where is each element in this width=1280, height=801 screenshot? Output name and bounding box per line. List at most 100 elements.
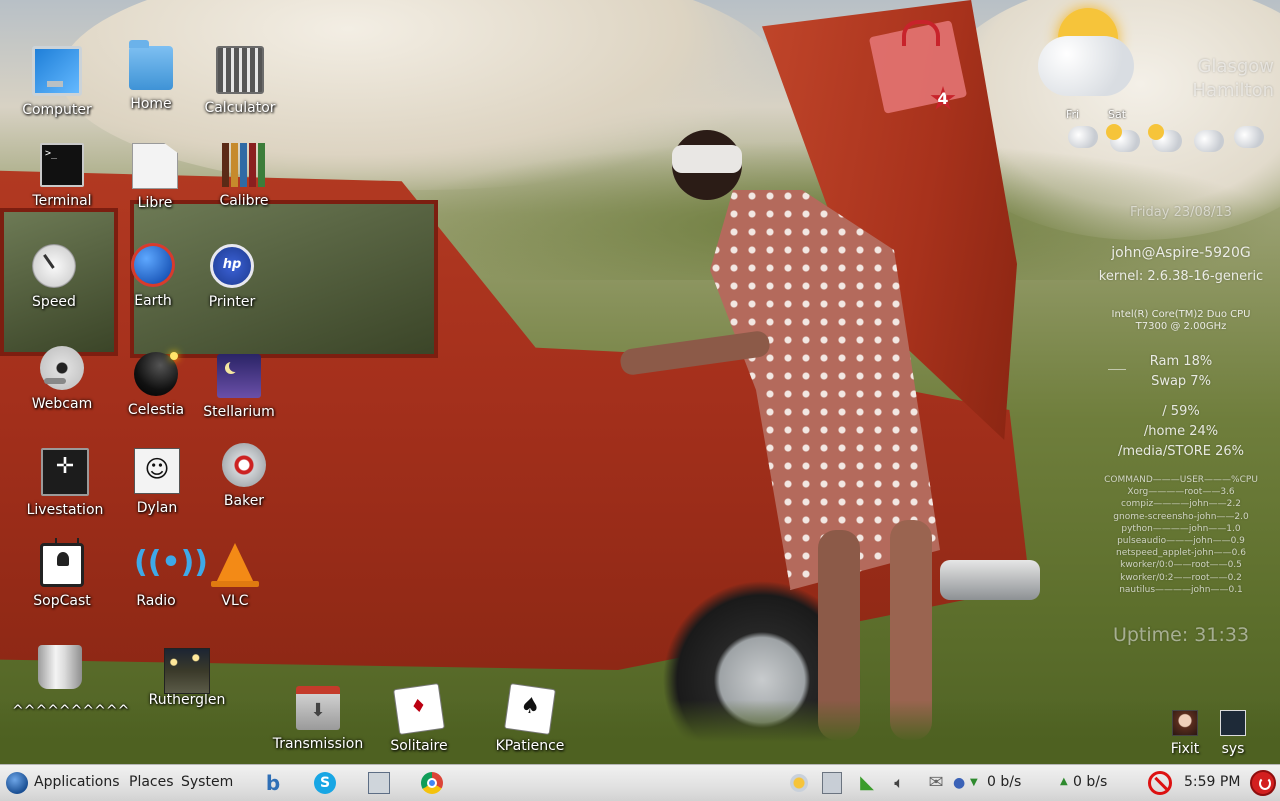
chrome-icon[interactable] <box>421 772 443 794</box>
panel-clock[interactable]: 5:59 PM <box>1184 774 1240 790</box>
process-row: gnome-screensho-john——2.0 <box>1113 511 1249 522</box>
desktop-icon-home[interactable]: Home <box>103 40 199 112</box>
process-row: netspeed_applet-john——0.6 <box>1116 548 1246 559</box>
tv-icon <box>40 543 84 587</box>
calendar-icon <box>902 20 940 46</box>
wallpaper-woman <box>618 130 970 750</box>
desktop-icon-label: Celestia <box>127 402 185 418</box>
conky-fs-home: /home 24% <box>1143 424 1219 439</box>
calendar-widget[interactable]: 4 <box>868 18 968 114</box>
desktop-icon-label: ^^^^^^^^^^ <box>12 703 130 719</box>
power-icon[interactable] <box>1250 770 1276 796</box>
conky-swap: Swap 7% <box>1151 374 1211 389</box>
document-icon <box>132 143 178 189</box>
process-row: Xorg————root——3.6 <box>1127 487 1235 498</box>
desktop-icon-label: Transmission <box>272 736 364 752</box>
menu-system[interactable]: System <box>181 774 233 790</box>
process-row: kworker/0:2——root——0.2 <box>1120 572 1242 583</box>
download-arrow-icon: ▼ <box>970 777 978 788</box>
desktop-icon-label: Calibre <box>219 193 269 209</box>
no-entry-icon[interactable] <box>1148 771 1172 795</box>
webcam-icon <box>40 346 84 390</box>
weather-current-icon <box>1038 8 1148 108</box>
wallpaper-foreground-grass <box>0 700 1280 764</box>
desktop-icon-transmission[interactable]: Transmission <box>270 686 366 752</box>
desktop-icon-dylan[interactable]: ☺ Dylan <box>109 448 205 516</box>
sys-icon <box>1220 710 1246 736</box>
conky-process-list: COMMAND———USER———%CPU Xorg————root——3.6 … <box>1088 474 1274 596</box>
desktop-icon-label: Livestation <box>26 502 104 518</box>
desktop-icon-label: KPatience <box>495 738 565 754</box>
desktop-icon-speed[interactable]: Speed <box>6 244 102 310</box>
vlc-cone-icon <box>211 543 259 587</box>
process-row: compiz————john——2.2 <box>1121 499 1241 510</box>
livestation-icon <box>41 448 89 496</box>
desktop-icon-celestia[interactable]: Celestia <box>108 352 204 418</box>
conky-ram-bar <box>1108 369 1126 370</box>
desktop-icon-stellarium[interactable]: Stellarium <box>191 354 287 420</box>
night-sky-icon <box>217 354 261 398</box>
calculator-icon <box>216 46 264 94</box>
screenshot-icon[interactable] <box>368 772 390 794</box>
desktop-icon-printer[interactable]: hp Printer <box>184 244 280 310</box>
desktop-icon-kpatience[interactable]: ♠ KPatience <box>482 683 578 754</box>
volume-icon[interactable]: 🔈︎ <box>888 772 910 794</box>
desktop-icon-computer[interactable]: Computer <box>9 46 105 118</box>
conky-user-host: john@Aspire-5920G <box>1111 245 1251 261</box>
skype-icon[interactable]: S <box>314 772 336 794</box>
desktop-icon-vlc[interactable]: VLC <box>187 543 283 609</box>
cards-spade-icon: ♠ <box>504 683 556 735</box>
net-download-rate: 0 b/s <box>987 774 1022 790</box>
desktop-icon-label: Dylan <box>136 500 178 516</box>
conky-cpu-model: Intel(R) Core(TM)2 Duo CPU <box>1111 309 1251 320</box>
desktop-icon-trash[interactable]: ^^^^^^^^^^ <box>12 645 130 719</box>
menu-applications[interactable]: Applications <box>34 774 120 790</box>
b-editor-icon[interactable]: b <box>262 772 284 794</box>
trash-icon <box>38 645 82 689</box>
radio-signal-icon: ((•)) <box>134 545 209 580</box>
desktop-icon-libre[interactable]: Libre <box>107 143 203 211</box>
printer-hp-icon: hp <box>210 244 254 288</box>
cloud-icon <box>1038 36 1134 96</box>
clipboard-icon[interactable] <box>822 772 842 794</box>
desktop-icon-label: Computer <box>22 102 92 118</box>
rain-cloud-icon <box>1234 126 1264 148</box>
menu-places[interactable]: Places <box>129 774 174 790</box>
desktop-icon-label: Speed <box>32 294 76 310</box>
distro-logo-icon[interactable] <box>6 772 28 794</box>
desktop-icon-label: Stellarium <box>203 404 275 420</box>
desktop-icon-calibre[interactable]: Calibre <box>196 143 292 209</box>
desktop-icon-livestation[interactable]: Livestation <box>17 448 113 518</box>
mail-icon[interactable]: ✉ <box>925 772 947 794</box>
conky-fs-store: /media/STORE 26% <box>1118 444 1244 459</box>
wifi-icon[interactable]: ◣ <box>856 772 878 794</box>
desktop-icon-sopcast[interactable]: SopCast <box>14 543 110 609</box>
desktop-icon-baker[interactable]: Baker <box>196 443 292 509</box>
desktop-icon-sys[interactable]: sys <box>1205 710 1261 757</box>
terminal-icon: >_ <box>40 143 84 187</box>
conky-fs-root: / 59% <box>1162 404 1200 419</box>
desktop-icon-calculator[interactable]: Calculator <box>192 46 288 116</box>
partly-sunny-icon <box>1148 124 1182 152</box>
home-folder-icon <box>129 40 173 90</box>
desktop-icon-label: Webcam <box>31 396 93 412</box>
desktop-icon-label: Printer <box>208 294 256 310</box>
net-upload-rate: 0 b/s <box>1073 774 1108 790</box>
weather-icon[interactable] <box>790 774 808 792</box>
desktop-icon-rutherglen[interactable]: Rutherglen <box>123 648 251 708</box>
process-row: pulseaudio———john——0.9 <box>1117 536 1245 547</box>
desktop-icon-webcam[interactable]: Webcam <box>14 346 110 412</box>
process-row: kworker/0:0——root——0.5 <box>1120 560 1242 571</box>
desktop-icon-label: Calculator <box>204 100 276 116</box>
bottom-panel: Applications Places System b S ◣ 🔈︎ ✉ ● … <box>0 764 1280 801</box>
network-icon[interactable]: ● <box>953 772 967 794</box>
desktop-icon-label: Home <box>130 96 172 112</box>
desktop-icon-label: Libre <box>137 195 173 211</box>
weather-location-2: Hamilton <box>1192 80 1274 101</box>
desktop-icon-label: SopCast <box>33 593 91 609</box>
planet-icon <box>134 352 178 396</box>
desktop-icon-terminal[interactable]: >_ Terminal <box>14 143 110 209</box>
desktop-icon-label: Rutherglen <box>148 692 226 708</box>
conky-system-monitor: Glasgow Hamilton Fri Sat Friday 23/08/13… <box>1038 0 1274 660</box>
desktop-icon-solitaire[interactable]: ♦ Solitaire <box>371 683 467 754</box>
